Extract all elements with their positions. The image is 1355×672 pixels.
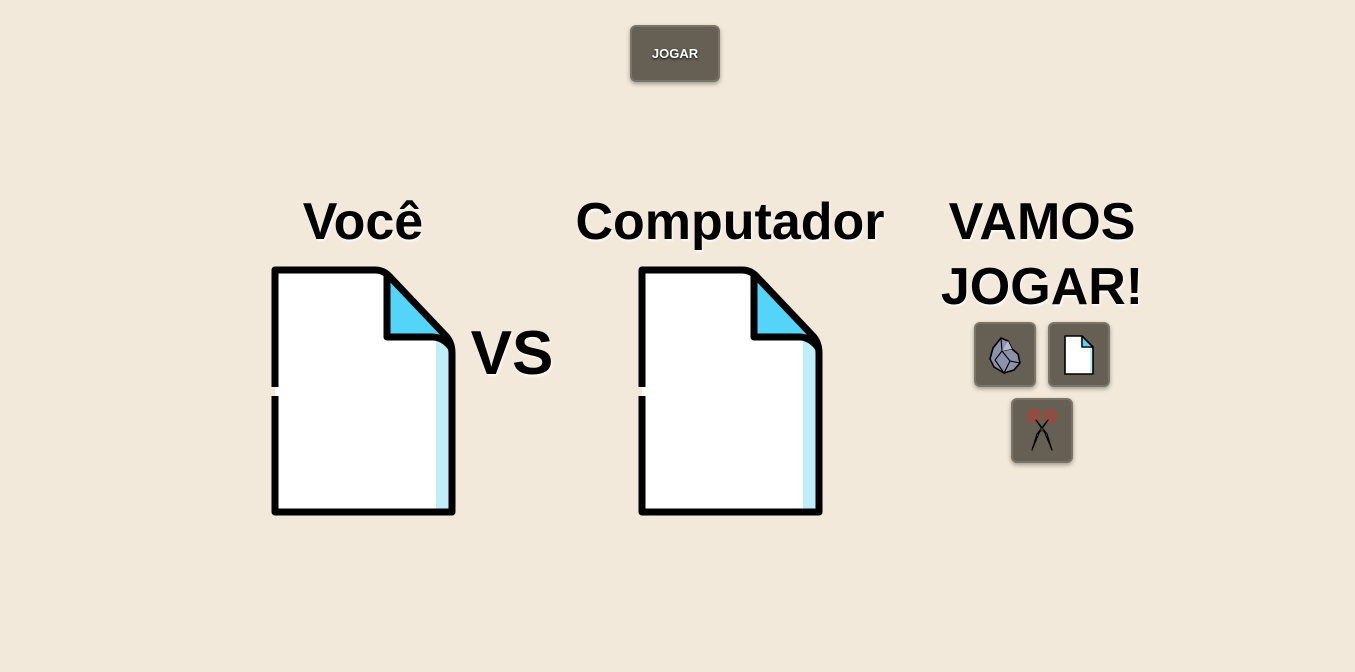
computer-choice-paper-icon bbox=[637, 265, 823, 517]
rock-icon bbox=[987, 335, 1023, 375]
picker-title: VAMOS JOGAR! bbox=[940, 193, 1144, 316]
paper-file-icon bbox=[1063, 334, 1095, 376]
player-label: Você bbox=[302, 193, 424, 251]
game-stage: JOGAR Você Computador VS VAMOS JOGAR! bbox=[0, 0, 1355, 672]
player-choice-paper-icon bbox=[270, 265, 456, 517]
computer-label: Computador bbox=[575, 193, 885, 251]
scissors-icon bbox=[1026, 409, 1058, 453]
play-button[interactable]: JOGAR bbox=[630, 25, 720, 82]
rock-button[interactable] bbox=[974, 322, 1036, 387]
scissors-button[interactable] bbox=[1011, 398, 1073, 463]
paper-button[interactable] bbox=[1048, 322, 1110, 387]
vs-label: VS bbox=[470, 319, 554, 388]
